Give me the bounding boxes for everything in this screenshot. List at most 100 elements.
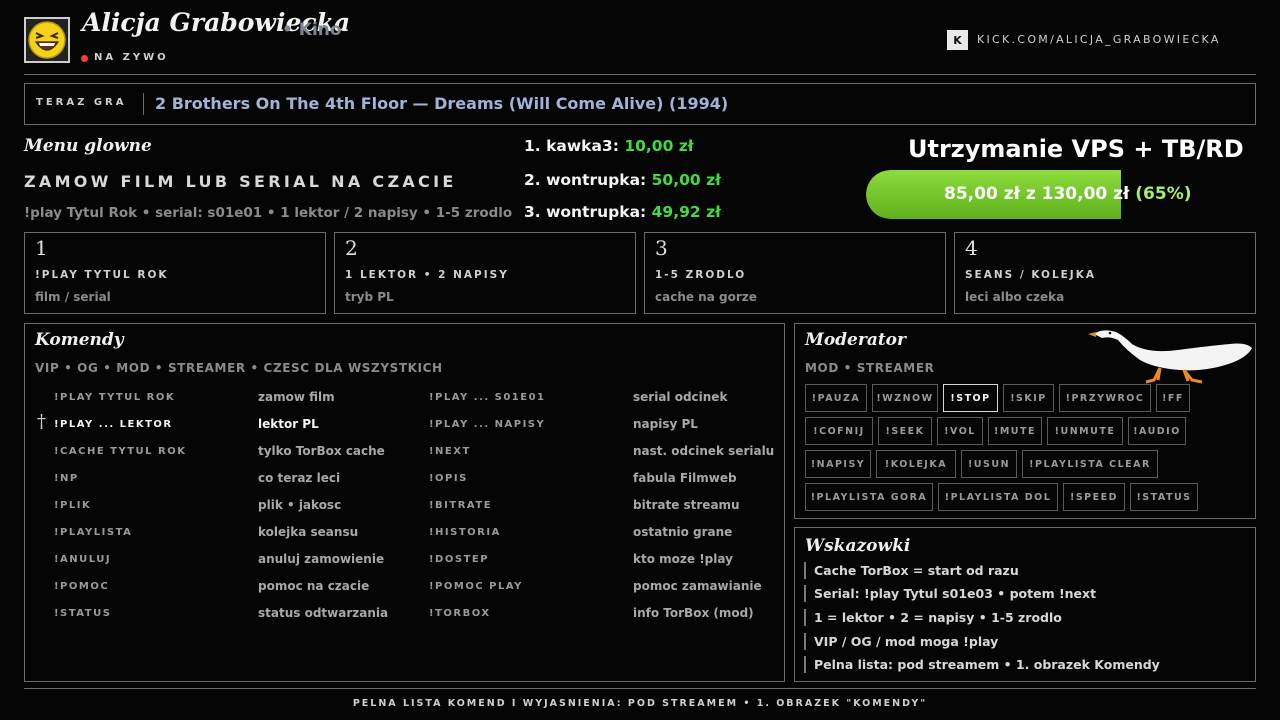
mod-button[interactable]: !WZNOW [872,384,938,412]
goal-amount: 85,00 zł z 130,00 zł [944,184,1130,204]
mod-button[interactable]: !STATUS [1130,483,1198,511]
tips-title: Wskazowki [805,536,911,556]
command-name: !NEXT [429,446,471,457]
command-desc: anuluj zamowienie [258,552,385,566]
command-name: !PLAY ... NAPISY [429,419,546,430]
command-desc: ostatnio grane [633,525,733,539]
live-dot-icon [81,55,88,62]
menu-title: Menu glowne [24,136,152,156]
command-name: !ANULUJ [54,554,112,565]
command-desc: serial odcinek [633,390,728,404]
goal-percent: (65%) [1135,184,1192,204]
command-desc: info TorBox (mod) [633,606,754,620]
moderator-title: Moderator [805,330,906,350]
command-name: !HISTORIA [429,527,501,538]
command-desc: pomoc na czacie [258,579,370,593]
step-title: !PLAY TYTUL ROK [35,269,169,281]
tip-item: Pelna lista: pod streamem • 1. obrazek K… [804,656,1160,673]
order-caption: ZAMOW FILM LUB SERIAL NA CZACIE [24,172,457,191]
step-number: 2 [345,236,358,260]
mod-button[interactable]: !SPEED [1063,483,1125,511]
mod-button[interactable]: !PLAYLISTA CLEAR [1022,450,1158,478]
mod-button[interactable]: !MUTE [988,417,1042,445]
command-row: !PLAY TYTUL ROK zamow film !PLAY ... S01… [25,390,785,419]
command-desc: napisy PL [633,417,698,431]
category-label: • Kino [282,20,342,40]
mod-button[interactable]: !PRZYWROC [1059,384,1151,412]
mod-button[interactable]: !PLAYLISTA DOL [938,483,1058,511]
mod-button[interactable]: !KOLEJKA [876,450,956,478]
command-name: !PLAYLISTA [54,527,133,538]
moderator-roles: MOD • STREAMER [805,361,935,375]
divider [24,74,1256,75]
mod-button[interactable]: !COFNIJ [805,417,873,445]
step-card: 4 SEANS / KOLEJKA leci albo czeka [954,232,1256,314]
donor-name: 2. wontrupka: [524,171,647,189]
command-name: !POMOC [54,581,110,592]
command-desc: zamow film [258,390,335,404]
command-name: !DOSTEP [429,554,490,565]
goose-icon [1088,330,1252,384]
command-row: !PLAY ... LEKTOR lektor PL !PLAY ... NAP… [25,417,785,446]
kick-url[interactable]: KICK.COM/ALICJA_GRABOWIECKA [977,33,1221,46]
step-title: 1-5 ZRODLO [655,269,747,281]
command-desc: fabula Filmweb [633,471,737,485]
donor-entry: 3. wontrupka: 49,92 zł [524,203,721,221]
step-card: 1 !PLAY TYTUL ROK film / serial [24,232,326,314]
command-name: !PLIK [54,500,92,511]
command-name: !PLAY TYTUL ROK [54,392,176,403]
command-desc: lektor PL [258,417,319,431]
commands-title: Komendy [35,330,124,350]
command-row: !PLIK plik • jakosc !BITRATE bitrate str… [25,498,785,527]
command-desc: bitrate streamu [633,498,740,512]
command-name: !CACHE TYTUL ROK [54,446,187,457]
command-desc: pomoc zamawianie [633,579,762,593]
command-name: !PLAY ... S01E01 [429,392,546,403]
tip-item: Serial: !play Tytul s01e03 • potem !next [804,585,1096,602]
mod-button[interactable]: !UNMUTE [1047,417,1123,445]
mod-button[interactable]: !USUN [961,450,1017,478]
mod-button[interactable]: !VOL [937,417,983,445]
live-label: NA ZYWO [94,52,169,63]
commands-roles: VIP • OG • MOD • STREAMER • CZESC DLA WS… [35,361,443,375]
command-name: !TORBOX [429,608,491,619]
kick-logo-icon: K [947,30,968,50]
step-subtitle: cache na gorze [655,290,757,304]
step-card: 2 1 LEKTOR • 2 NAPISY tryb PL [334,232,636,314]
donor-name: 1. kawka3: [524,137,619,155]
command-desc: co teraz leci [258,471,341,485]
step-title: 1 LEKTOR • 2 NAPISY [345,269,509,281]
laughing-face-icon [28,21,66,59]
step-subtitle: leci albo czeka [965,290,1065,304]
mod-button[interactable]: !AUDIO [1128,417,1186,445]
tip-item: 1 = lektor • 2 = napisy • 1-5 zrodlo [804,609,1062,626]
donor-amount: 49,92 zł [651,203,721,221]
command-row: !POMOC pomoc na czacie !POMOC PLAY pomoc… [25,579,785,608]
mod-button[interactable]: !SEEK [878,417,932,445]
step-title: SEANS / KOLEJKA [965,269,1096,281]
command-name: !NP [54,473,79,484]
command-desc: plik • jakosc [258,498,342,512]
goal-title: Utrzymanie VPS + TB/RD [908,135,1244,163]
mod-button[interactable]: !FF [1156,384,1190,412]
now-playing-panel: TERAZ GRA 2 Brothers On The 4th Floor — … [24,83,1256,125]
command-desc: nast. odcinek serialu [633,444,775,458]
command-desc: kto moze !play [633,552,733,566]
mod-button[interactable]: !NAPISY [805,450,871,478]
step-number: 1 [35,236,48,260]
now-playing-label: TERAZ GRA [36,97,127,108]
mod-button[interactable]: !PLAYLISTA GORA [805,483,933,511]
commands-panel: Komendy VIP • OG • MOD • STREAMER • CZES… [24,323,785,682]
moderator-panel: Moderator MOD • STREAMER !PAUZA !WZNOW !… [794,323,1256,519]
command-row: !PLAYLISTA kolejka seansu !HISTORIA osta… [25,525,785,554]
donor-amount: 10,00 zł [624,137,694,155]
donor-amount: 50,00 zł [651,171,721,189]
command-name: !BITRATE [429,500,493,511]
command-row: !CACHE TYTUL ROK tylko TorBox cache !NEX… [25,444,785,473]
mod-button-active[interactable]: !STOP [943,384,998,412]
syntax-hint: !play Tytul Rok • serial: s01e01 • 1 lek… [24,205,513,221]
step-subtitle: film / serial [35,290,111,304]
mod-button[interactable]: !SKIP [1003,384,1054,412]
mod-button[interactable]: !PAUZA [805,384,867,412]
command-row: !ANULUJ anuluj zamowienie !DOSTEP kto mo… [25,552,785,581]
